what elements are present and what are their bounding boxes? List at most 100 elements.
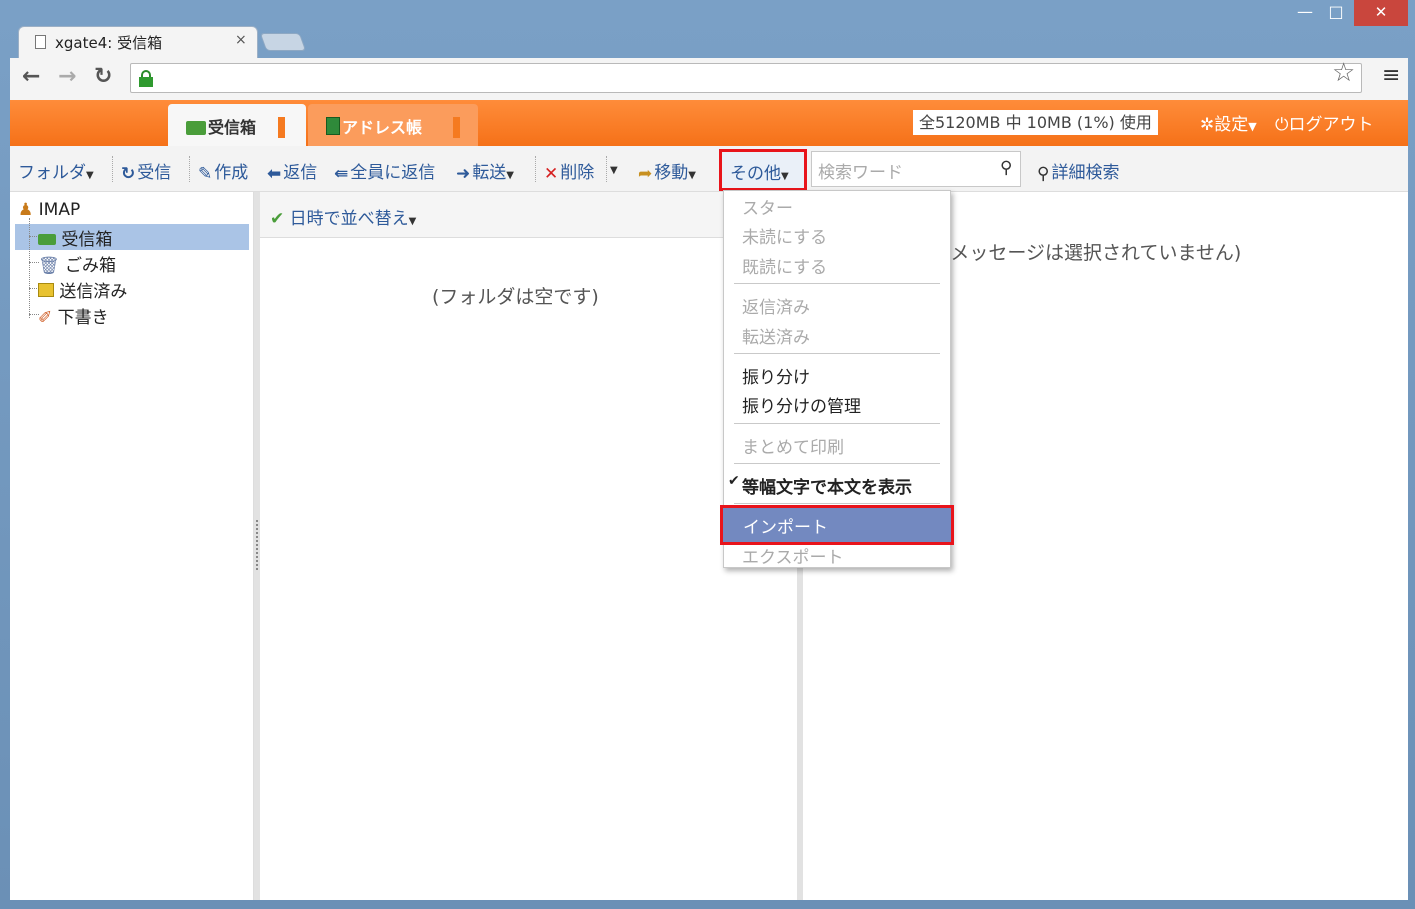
search-placeholder: 検索ワード — [818, 163, 903, 183]
move-label: 移動 — [654, 163, 689, 183]
search-input[interactable]: 検索ワード ⚲ — [811, 151, 1021, 187]
forward-button[interactable]: ➜ 転送▼ — [456, 158, 514, 184]
other-button[interactable]: その他▼ — [719, 149, 807, 191]
inbox-tray-icon — [186, 121, 206, 135]
menu-item-replied[interactable]: 返信済み — [742, 293, 810, 318]
menu-divider — [734, 353, 940, 354]
tab-address-book[interactable]: アドレス帳 — [308, 104, 478, 146]
menu-item-mark-read[interactable]: 既読にする — [742, 253, 827, 278]
reply-all-label: 全員に返信 — [350, 163, 436, 183]
menu-item-filter[interactable]: 振り分け — [742, 363, 810, 388]
folder-sent-label: 送信済み — [59, 282, 128, 302]
star-icon[interactable]: ☆ — [1332, 58, 1355, 88]
folder-sent[interactable]: 送信済み — [38, 277, 127, 302]
receive-button[interactable]: ↻ 受信 — [121, 158, 171, 184]
folder-button[interactable]: フォルダ▼ — [18, 158, 94, 183]
menu-divider — [734, 283, 940, 284]
caret-down-icon: ▼ — [506, 170, 514, 181]
folder-trash[interactable]: 🗑 ごみ箱 — [38, 251, 116, 276]
reload-icon[interactable]: ↻ — [94, 64, 112, 89]
address-book-icon — [326, 117, 340, 135]
new-tab-button[interactable] — [259, 33, 307, 51]
folder-drafts-label: 下書き — [57, 308, 109, 328]
receive-label: 受信 — [137, 163, 172, 183]
menu-item-filter-manage[interactable]: 振り分けの管理 — [742, 392, 861, 417]
reply-all-button[interactable]: ⇚ 全員に返信 — [334, 158, 435, 184]
advanced-search-label: 詳細検索 — [1051, 163, 1120, 183]
message-list: ✔ 日時で並べ替え▼ (フォルダは空です) — [260, 192, 797, 900]
tab-close-icon[interactable]: × — [235, 32, 247, 48]
page-icon — [35, 35, 46, 49]
maximize-button[interactable]: □ — [1318, 0, 1354, 26]
sort-label: 日時で並べ替え — [289, 209, 409, 229]
mail-toolbar: フォルダ▼ ↻ 受信 ✎ 作成 ⬅ 返信 ⇚ 全員に返信 ➜ 転送▼ ✕ 削除 ▼ ➦ 移動▼… — [10, 146, 1408, 192]
url-input[interactable] — [130, 63, 1362, 93]
empty-folder-text: (フォルダは空です) — [432, 286, 599, 308]
lock-icon — [139, 70, 153, 87]
menu-divider — [734, 463, 940, 464]
forward-icon[interactable]: → — [58, 64, 76, 89]
delete-button[interactable]: ✕ 削除 — [544, 158, 594, 184]
other-dropdown-menu: スター 未読にする 既読にする 返信済み 転送済み 振り分け 振り分けの管理 ま… — [720, 190, 954, 568]
webmail-page: 受信箱 アドレス帳 全5120MB 中 10MB (1%) 使用 ✲設定▼ ⏻ロ… — [10, 100, 1408, 900]
browser-tab[interactable]: xgate4: 受信箱 × — [18, 26, 258, 58]
compose-button[interactable]: ✎ 作成 — [198, 158, 248, 184]
compose-icon: ✎ — [198, 164, 213, 184]
forward-arrow-icon: ➜ — [456, 164, 471, 184]
menu-item-monospace[interactable]: 等幅文字で本文を表示 — [742, 473, 912, 498]
window-bottom-border — [0, 900, 1415, 909]
menu-item-mark-unread[interactable]: 未読にする — [742, 223, 827, 248]
account-node[interactable]: ♟ IMAP — [18, 200, 80, 220]
delete-x-icon: ✕ — [544, 164, 559, 184]
folder-inbox-label: 受信箱 — [61, 230, 113, 250]
advanced-search-button[interactable]: ⚲ 詳細検索 — [1037, 158, 1119, 184]
folder-drafts[interactable]: ✐ 下書き — [38, 303, 109, 328]
caret-down-icon: ▼ — [610, 165, 618, 176]
logout-label: ログアウト — [1288, 115, 1374, 135]
tab-divider — [278, 117, 285, 138]
move-button[interactable]: ➦ 移動▼ — [638, 158, 696, 184]
checkmark-icon: ✔ — [728, 473, 740, 489]
menu-item-export[interactable]: エクスポート — [742, 543, 844, 568]
splitter-grip[interactable] — [256, 520, 258, 570]
sort-button[interactable]: ✔ 日時で並べ替え▼ — [270, 204, 416, 229]
inbox-tray-icon — [38, 234, 56, 245]
menu-item-star[interactable]: スター — [742, 194, 793, 219]
search-icon[interactable]: ⚲ — [1000, 158, 1012, 178]
check-icon: ✔ — [270, 209, 285, 229]
address-bar: ← → ↻ ☆ ≡ — [10, 58, 1408, 100]
menu-divider — [734, 423, 940, 424]
folder-label: フォルダ — [18, 163, 86, 183]
quota-badge: 全5120MB 中 10MB (1%) 使用 — [913, 110, 1158, 135]
power-icon: ⏻ — [1275, 115, 1289, 135]
menu-divider — [734, 503, 940, 504]
toolbar-separator — [606, 156, 607, 182]
menu-item-print[interactable]: まとめて印刷 — [742, 433, 844, 458]
menu-item-forwarded[interactable]: 転送済み — [742, 323, 810, 348]
folder-inbox[interactable]: 受信箱 — [38, 225, 112, 250]
tab-inbox[interactable]: 受信箱 — [168, 104, 306, 146]
close-window-button[interactable]: ✕ — [1354, 0, 1408, 26]
tab-address-label: アドレス帳 — [342, 118, 423, 137]
tab-inbox-label: 受信箱 — [208, 118, 257, 137]
caret-down-icon: ▼ — [408, 216, 417, 227]
import-selected-bg: インポート — [723, 508, 951, 542]
menu-item-import[interactable]: インポート — [743, 513, 828, 538]
import-highlight-box: インポート — [720, 505, 954, 545]
logout-link[interactable]: ⏻ログアウト — [1275, 110, 1373, 135]
settings-menu[interactable]: ✲設定▼ — [1200, 110, 1257, 135]
reply-button[interactable]: ⬅ 返信 — [267, 158, 317, 184]
tree-line — [29, 218, 30, 318]
tab-divider — [453, 117, 460, 138]
delete-label: 削除 — [560, 163, 595, 183]
back-icon[interactable]: ← — [22, 64, 40, 89]
user-icon: ♟ — [18, 200, 34, 220]
delete-dropdown[interactable]: ▼ — [610, 158, 618, 178]
gear-icon: ✲ — [1200, 115, 1215, 135]
tab-title: xgate4: 受信箱 — [55, 34, 163, 52]
caret-down-icon: ▼ — [688, 170, 696, 181]
settings-label: 設定 — [1214, 115, 1249, 135]
reply-label: 返信 — [283, 163, 318, 183]
menu-icon[interactable]: ≡ — [1382, 63, 1400, 88]
refresh-icon: ↻ — [121, 164, 136, 184]
